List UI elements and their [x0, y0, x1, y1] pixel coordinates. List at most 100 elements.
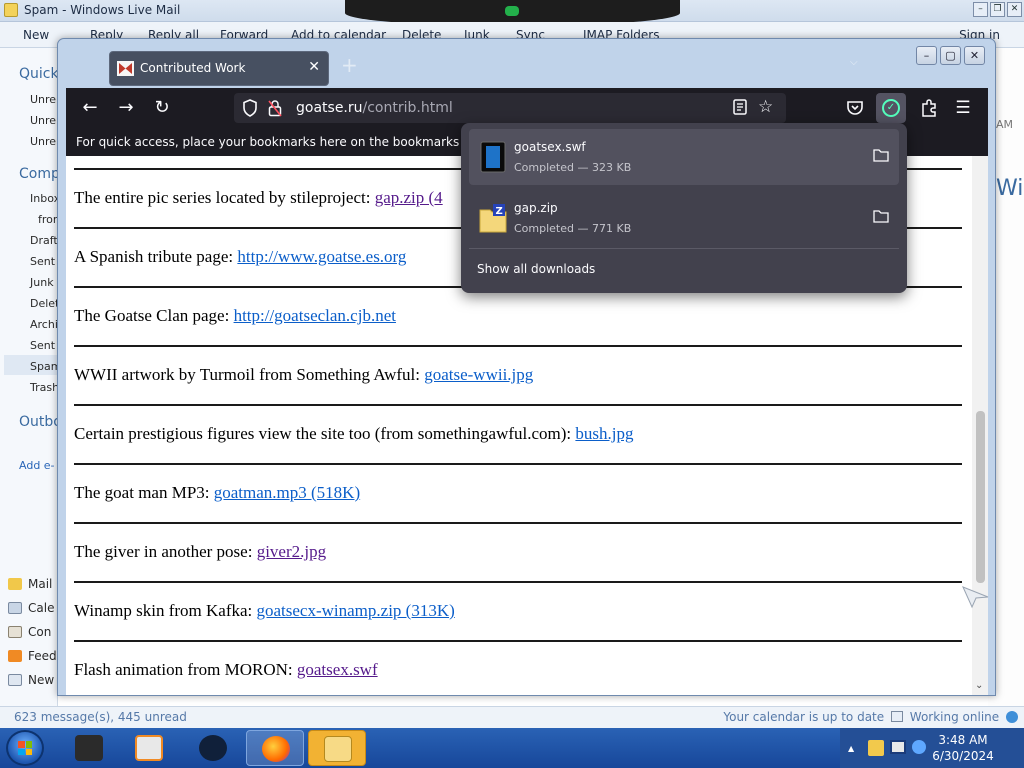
new-tab-icon[interactable]: + — [341, 53, 358, 77]
add-email-account-link[interactable]: Add e- — [19, 459, 55, 472]
entry-link[interactable]: http://goatseclan.cjb.net — [234, 306, 396, 325]
download-item-zip[interactable]: Z gap.zip Completed — 771 KB — [469, 190, 899, 246]
nav-feeds[interactable]: Feed — [8, 649, 57, 663]
media-player-icon — [135, 735, 163, 761]
taskbar-app-2[interactable] — [120, 730, 178, 766]
folder-trash[interactable]: Trash — [30, 381, 57, 394]
entry-text: The Goatse Clan page: — [74, 306, 234, 325]
taskbar-windows-live-mail[interactable] — [308, 730, 366, 766]
quick-item[interactable]: Unre — [30, 135, 56, 148]
tab-close-icon[interactable]: ✕ — [308, 59, 320, 75]
downloads-button[interactable]: ✓ — [876, 93, 906, 123]
rss-icon — [8, 650, 22, 662]
calendar-time-fragment: AM — [996, 118, 1014, 131]
nav-newsgroups[interactable]: New — [8, 673, 54, 687]
folder-sent[interactable]: Sent — [30, 255, 55, 268]
entry-link[interactable]: gap.zip (4 — [375, 188, 443, 207]
download-complete-icon: ✓ — [882, 99, 900, 117]
entry-text: The goat man MP3: — [74, 483, 214, 502]
online-status: Working online — [909, 710, 1000, 724]
taskbar-app-3[interactable] — [184, 730, 242, 766]
list-item: Flash animation from MORON: goatsex.swf — [74, 640, 962, 695]
outbox-header[interactable]: Outbo — [19, 414, 57, 430]
pocket-icon[interactable] — [846, 99, 864, 117]
wlm-folder-pane: Quick Unre Unre Unre Comp Inbox from Dra… — [0, 48, 58, 706]
extensions-puzzle-icon[interactable] — [919, 98, 939, 118]
show-all-downloads-button[interactable]: Show all downloads — [477, 262, 595, 276]
tab-contributed-work[interactable]: Contributed Work ✕ — [109, 51, 329, 86]
folder-subfolder[interactable]: from — [38, 213, 57, 226]
quick-views-header: Quick — [19, 66, 58, 82]
url-text[interactable]: goatse.ru/contrib.html — [296, 100, 453, 116]
folder-inbox[interactable]: Inbox — [30, 192, 57, 205]
firefox-maximize-button[interactable]: ▢ — [940, 46, 961, 65]
start-button[interactable] — [6, 730, 44, 766]
show-in-folder-icon[interactable] — [873, 209, 889, 223]
entry-link[interactable]: giver2.jpg — [257, 542, 326, 561]
forward-icon[interactable]: → — [112, 94, 140, 122]
contacts-icon — [8, 626, 22, 638]
list-item: WWII artwork by Turmoil from Something A… — [74, 345, 962, 404]
url-bar[interactable]: goatse.ru/contrib.html ☆ — [234, 93, 786, 123]
panel-divider — [469, 248, 899, 249]
nav-contacts[interactable]: Con — [8, 625, 51, 639]
folder-drafts[interactable]: Draft — [30, 234, 57, 247]
wlm-minimize-button[interactable]: – — [973, 2, 988, 17]
reader-view-icon[interactable] — [732, 98, 748, 116]
site-favicon-icon — [117, 61, 134, 76]
insecure-lock-icon[interactable] — [268, 99, 282, 117]
wlm-window-controls: – ❐ ✕ — [973, 2, 1022, 17]
entry-link[interactable]: http://www.goatse.es.org — [237, 247, 406, 266]
folder-deleted[interactable]: Delet — [30, 297, 57, 310]
reload-icon[interactable]: ↻ — [148, 94, 176, 122]
wlm-restore-button[interactable]: ❐ — [990, 2, 1005, 17]
wlm-close-button[interactable]: ✕ — [1007, 2, 1022, 17]
folder-archive[interactable]: Archi — [30, 318, 57, 331]
scroll-down-arrow-icon[interactable]: ⌄ — [975, 680, 983, 691]
firefox-icon — [262, 736, 290, 762]
folder-junk[interactable]: Junk — [30, 276, 54, 289]
firefox-minimize-button[interactable]: – — [916, 46, 937, 65]
list-all-tabs-icon[interactable]: ⌵ — [850, 57, 858, 68]
entry-text: The entire pic series located by stilepr… — [74, 188, 375, 207]
ribbon-new[interactable]: New — [23, 28, 49, 42]
back-icon[interactable]: ← — [76, 94, 104, 122]
entry-link[interactable]: goatse-wwii.jpg — [424, 365, 533, 384]
quick-item[interactable]: Unre — [30, 114, 56, 127]
newsgroups-icon — [8, 674, 22, 686]
nav-mail[interactable]: Mail — [8, 577, 52, 591]
download-filename: gap.zip — [514, 201, 558, 215]
entry-link[interactable]: goatsex.swf — [297, 660, 378, 679]
entry-link[interactable]: goatsecx-winamp.zip (313K) — [257, 601, 455, 620]
show-in-folder-icon[interactable] — [873, 148, 889, 162]
svg-text:Z: Z — [496, 206, 503, 217]
scrollbar-thumb[interactable] — [976, 411, 985, 583]
entry-text: WWII artwork by Turmoil from Something A… — [74, 365, 425, 384]
quick-item[interactable]: Unre — [30, 93, 56, 106]
message-count: 623 message(s), 445 unread — [14, 710, 187, 724]
folder-spam[interactable]: Spam — [30, 360, 57, 373]
nav-calendar[interactable]: Cale — [8, 601, 54, 615]
entry-text: Certain prestigious figures view the sit… — [74, 424, 576, 443]
download-status: Completed — 771 KB — [514, 222, 632, 235]
wlm-status-bar: 623 message(s), 445 unread Your calendar… — [0, 706, 1024, 728]
tray-app-icon[interactable] — [868, 740, 884, 756]
taskbar-clock[interactable]: 3:48 AM 6/30/2024 — [902, 732, 1024, 764]
tracking-shield-icon[interactable] — [242, 99, 258, 117]
taskbar-firefox[interactable] — [246, 730, 304, 766]
entry-link[interactable]: bush.jpg — [575, 424, 633, 443]
folder-sent-2[interactable]: Sent — [30, 339, 55, 352]
page-scrollbar[interactable]: ⌄ — [972, 156, 988, 695]
download-item-swf[interactable]: goatsex.swf Completed — 323 KB — [469, 129, 899, 185]
entry-text: The giver in another pose: — [74, 542, 257, 561]
bookmark-star-icon[interactable]: ☆ — [758, 97, 773, 117]
list-item: The giver in another pose: giver2.jpg — [74, 522, 962, 581]
globe-icon — [1006, 711, 1018, 723]
firefox-close-button[interactable]: ✕ — [964, 46, 985, 65]
clock-time: 3:48 AM — [938, 733, 988, 747]
tray-expand-icon[interactable]: ▲ — [848, 744, 854, 753]
entry-link[interactable]: goatman.mp3 (518K) — [214, 483, 360, 502]
menu-hamburger-icon[interactable]: ☰ — [949, 94, 977, 122]
list-item: The goat man MP3: goatman.mp3 (518K) — [74, 463, 962, 522]
taskbar-app-1[interactable] — [60, 730, 118, 766]
